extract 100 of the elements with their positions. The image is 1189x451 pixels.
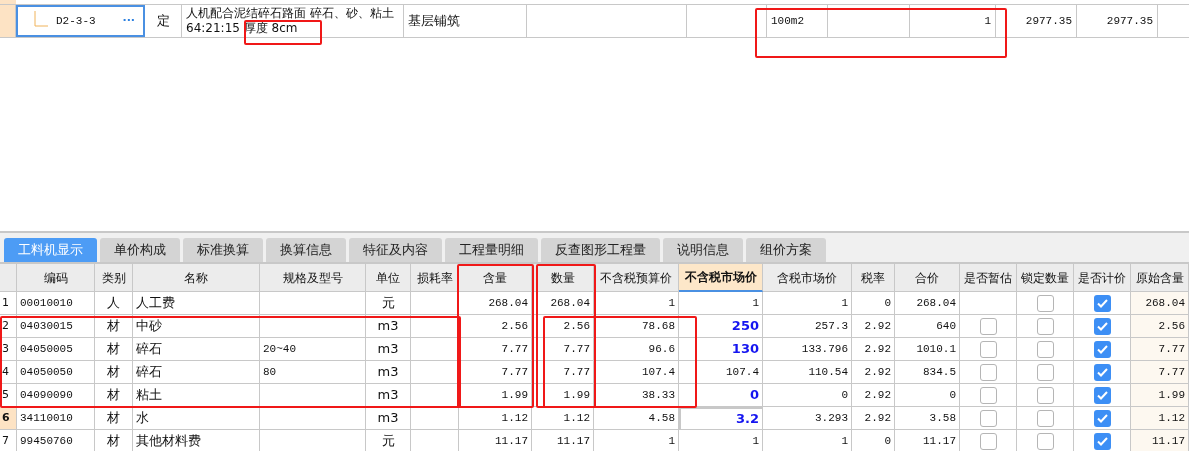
checkbox[interactable] bbox=[1093, 432, 1111, 450]
checkbox[interactable] bbox=[1036, 363, 1054, 381]
row-number[interactable]: 4 bbox=[0, 361, 17, 384]
type-cell: 材 bbox=[95, 315, 133, 338]
checkbox[interactable] bbox=[979, 340, 997, 358]
tab[interactable]: 特征及内容 bbox=[349, 238, 442, 262]
content-cell: 7.77 bbox=[459, 361, 532, 384]
more-button[interactable]: ··· bbox=[122, 12, 135, 30]
row-number[interactable]: 7 bbox=[0, 430, 17, 451]
tab[interactable]: 反查图形工程量 bbox=[541, 238, 660, 262]
original-content-cell: 11.17 bbox=[1131, 430, 1189, 451]
quantity-cell: 7.77 bbox=[532, 338, 594, 361]
row-number[interactable]: 6 bbox=[0, 407, 17, 430]
item-type: 定 bbox=[145, 5, 182, 37]
tab[interactable]: 组价方案 bbox=[746, 238, 826, 262]
checkbox[interactable] bbox=[1093, 386, 1111, 404]
tab[interactable]: 工程量明细 bbox=[445, 238, 538, 262]
tax-market-price-cell: 0 bbox=[763, 384, 852, 407]
checkbox[interactable] bbox=[1093, 294, 1111, 312]
tab[interactable]: 标准换算 bbox=[183, 238, 263, 262]
column-header[interactable]: 不含税市场价 bbox=[679, 264, 763, 292]
checkbox[interactable] bbox=[1036, 432, 1054, 450]
market-price-cell[interactable]: 250 bbox=[679, 315, 763, 338]
checkbox[interactable] bbox=[1093, 409, 1111, 427]
checkbox[interactable] bbox=[1036, 409, 1054, 427]
total-price-cell: 0 bbox=[895, 384, 960, 407]
spec-cell: 20~40 bbox=[260, 338, 366, 361]
column-header[interactable]: 是否暂估 bbox=[960, 264, 1017, 292]
checkbox[interactable] bbox=[1036, 340, 1054, 358]
market-price-cell[interactable]: 107.4 bbox=[679, 361, 763, 384]
checkbox[interactable] bbox=[1093, 363, 1111, 381]
column-header[interactable]: 含税市场价 bbox=[763, 264, 852, 292]
budget-price-cell: 107.4 bbox=[594, 361, 679, 384]
column-header[interactable]: 单位 bbox=[366, 264, 411, 292]
tab[interactable]: 换算信息 bbox=[266, 238, 346, 262]
total-price-cell: 268.04 bbox=[895, 292, 960, 315]
type-cell: 材 bbox=[95, 430, 133, 451]
unit-cell: m3 bbox=[366, 315, 411, 338]
quantity-cell: 1.12 bbox=[532, 407, 594, 430]
total-price-cell: 3.58 bbox=[895, 407, 960, 430]
budget-price-cell: 1 bbox=[594, 430, 679, 451]
checkbox[interactable] bbox=[979, 409, 997, 427]
item-code: D2-3-3 bbox=[56, 13, 96, 29]
code-cell[interactable]: D2-3-3 ··· bbox=[16, 5, 145, 37]
checkbox[interactable] bbox=[979, 363, 997, 381]
original-content-cell: 1.99 bbox=[1131, 384, 1189, 407]
spec-cell: 80 bbox=[260, 361, 366, 384]
budget-price-cell: 96.6 bbox=[594, 338, 679, 361]
tax-rate-cell: 2.92 bbox=[852, 338, 895, 361]
checkbox[interactable] bbox=[1036, 317, 1054, 335]
market-price-cell[interactable]: 130 bbox=[679, 338, 763, 361]
item-unit: 100m2 bbox=[767, 5, 828, 37]
row-number[interactable]: 3 bbox=[0, 338, 17, 361]
row-number[interactable]: 2 bbox=[0, 315, 17, 338]
unit-cell: m3 bbox=[366, 338, 411, 361]
original-content-cell: 1.12 bbox=[1131, 407, 1189, 430]
row-number[interactable]: 1 bbox=[0, 292, 17, 315]
tab[interactable]: 单价构成 bbox=[100, 238, 180, 262]
market-price-cell[interactable]: 1 bbox=[679, 292, 763, 315]
content-cell: 268.04 bbox=[459, 292, 532, 315]
column-header[interactable]: 是否计价 bbox=[1074, 264, 1131, 292]
checkbox[interactable] bbox=[1093, 317, 1111, 335]
code-cell: 04050050 bbox=[17, 361, 95, 384]
content-cell: 1.99 bbox=[459, 384, 532, 407]
market-price-cell[interactable]: 1 bbox=[679, 430, 763, 451]
column-header[interactable]: 含量 bbox=[459, 264, 532, 292]
column-header[interactable]: 损耗率 bbox=[411, 264, 459, 292]
market-price-cell[interactable]: 3.2 bbox=[679, 407, 763, 430]
type-cell: 材 bbox=[95, 361, 133, 384]
original-content-cell: 2.56 bbox=[1131, 315, 1189, 338]
checkbox[interactable] bbox=[1036, 294, 1054, 312]
quantity-cell: 268.04 bbox=[532, 292, 594, 315]
tax-market-price-cell: 257.3 bbox=[763, 315, 852, 338]
item-unit-price: 2977.35 bbox=[996, 5, 1077, 37]
tax-rate-cell: 2.92 bbox=[852, 407, 895, 430]
tax-rate-cell: 2.92 bbox=[852, 384, 895, 407]
unit-cell: m3 bbox=[366, 384, 411, 407]
column-header[interactable]: 合价 bbox=[895, 264, 960, 292]
checkbox[interactable] bbox=[1093, 340, 1111, 358]
type-cell: 人 bbox=[95, 292, 133, 315]
row-number[interactable]: 5 bbox=[0, 384, 17, 407]
item-quantity: 1 bbox=[910, 5, 996, 37]
column-header[interactable]: 名称 bbox=[133, 264, 260, 292]
column-header[interactable]: 规格及型号 bbox=[260, 264, 366, 292]
column-header[interactable]: 锁定数量 bbox=[1017, 264, 1074, 292]
unit-cell: 元 bbox=[366, 430, 411, 451]
column-header[interactable]: 编码 bbox=[17, 264, 95, 292]
column-header[interactable]: 类别 bbox=[95, 264, 133, 292]
checkbox[interactable] bbox=[1036, 386, 1054, 404]
budget-price-cell: 78.68 bbox=[594, 315, 679, 338]
column-header[interactable]: 税率 bbox=[852, 264, 895, 292]
checkbox[interactable] bbox=[979, 317, 997, 335]
checkbox[interactable] bbox=[979, 386, 997, 404]
original-content-cell: 7.77 bbox=[1131, 338, 1189, 361]
tax-market-price-cell: 1 bbox=[763, 430, 852, 451]
market-price-cell[interactable]: 0 bbox=[679, 384, 763, 407]
checkbox[interactable] bbox=[979, 432, 997, 450]
tab[interactable]: 说明信息 bbox=[663, 238, 743, 262]
column-header[interactable]: 数量 bbox=[532, 264, 594, 292]
quantity-cell: 2.56 bbox=[532, 315, 594, 338]
